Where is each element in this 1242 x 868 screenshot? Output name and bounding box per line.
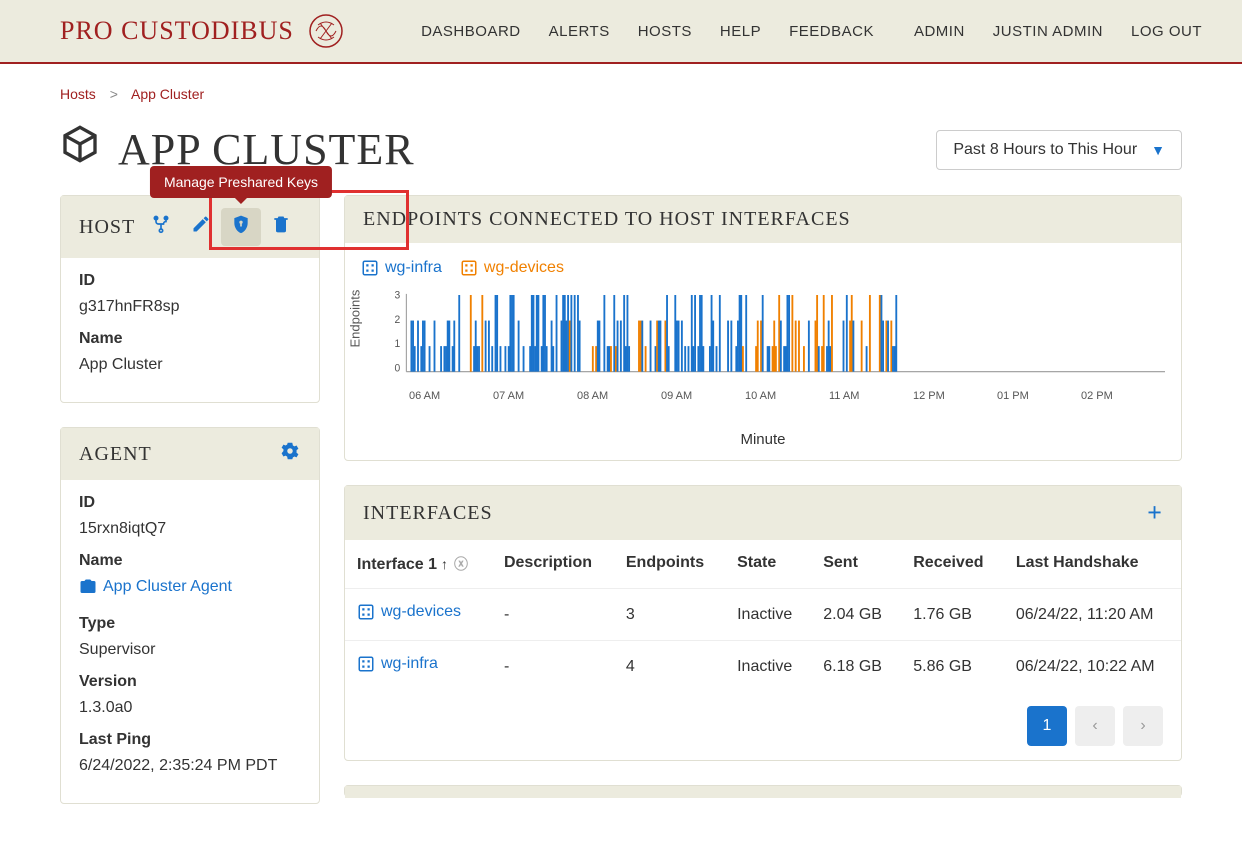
agent-version-value: 1.3.0a0 (79, 699, 301, 717)
topbar: PRO CUSTODIBUS DASHBOARD ALERTS HOSTS HE… (0, 0, 1242, 64)
nav-user[interactable]: JUSTIN ADMIN (993, 23, 1103, 40)
page-next-button[interactable]: › (1123, 706, 1163, 746)
camera-icon (79, 578, 97, 596)
th-endpoints[interactable]: Endpoints (614, 540, 725, 589)
user-nav: ADMIN JUSTIN ADMIN LOG OUT (914, 23, 1202, 40)
interfaces-table: Interface 1↑ⓧ Description Endpoints Stat… (345, 540, 1181, 692)
gear-icon[interactable] (279, 440, 301, 468)
agent-id-value: 15rxn8iqtQ7 (79, 520, 301, 538)
clear-sort-icon[interactable]: ⓧ (454, 556, 468, 572)
legend-label-2: wg-devices (484, 259, 564, 277)
th-handshake[interactable]: Last Handshake (1004, 540, 1181, 589)
agent-version-label: Version (79, 673, 301, 691)
svg-text:0: 0 (394, 362, 400, 374)
pagination: 1 ‹ › (345, 692, 1181, 760)
agent-type-value: Supervisor (79, 641, 301, 659)
endpoints-panel: ENDPOINTS CONNECTED TO HOST INTERFACES w… (344, 195, 1182, 461)
delete-button[interactable] (261, 208, 301, 246)
th-interface[interactable]: Interface 1↑ⓧ (345, 540, 492, 589)
page-prev-button[interactable]: ‹ (1075, 706, 1115, 746)
agent-panel-title: AGENT (79, 443, 152, 466)
chart-xticks: 06 AM 07 AM 08 AM 09 AM 10 AM 11 AM 12 P… (361, 390, 1165, 402)
breadcrumb-current[interactable]: App Cluster (131, 86, 204, 102)
nav-admin[interactable]: ADMIN (914, 23, 965, 40)
agent-name-link[interactable]: App Cluster Agent (79, 578, 232, 596)
main-nav: DASHBOARD ALERTS HOSTS HELP FEEDBACK (421, 23, 874, 40)
agent-panel: AGENT ID 15rxn8iqtQ7 Name App Cluster Ag… (60, 427, 320, 804)
interfaces-panel-title: INTERFACES (363, 502, 493, 525)
agent-lastping-label: Last Ping (79, 731, 301, 749)
edit-button[interactable] (181, 208, 221, 246)
agent-name-value: App Cluster Agent (103, 578, 232, 596)
agent-name-label: Name (79, 552, 301, 570)
nav-help[interactable]: HELP (720, 23, 761, 40)
breadcrumb-sep: > (110, 86, 118, 102)
preshared-keys-button[interactable]: Manage Preshared Keys (221, 208, 261, 246)
host-id-label: ID (79, 272, 301, 290)
next-panel-stub (344, 785, 1182, 797)
grid-icon (361, 259, 379, 277)
nav-alerts[interactable]: ALERTS (549, 23, 610, 40)
branch-button[interactable] (141, 208, 181, 246)
agent-lastping-value: 6/24/2022, 2:35:24 PM PDT (79, 757, 301, 775)
brand-mark-icon (306, 11, 346, 51)
breadcrumb-root[interactable]: Hosts (60, 86, 96, 102)
th-received[interactable]: Received (901, 540, 1004, 589)
chart-area: Endpoints 3 2 1 0 06 AM 07 AM 08 AM (361, 285, 1165, 415)
brand-text: PRO CUSTODIBUS (60, 16, 294, 46)
endpoints-panel-title: ENDPOINTS CONNECTED TO HOST INTERFACES (363, 208, 851, 231)
legend-wg-infra[interactable]: wg-infra (361, 259, 442, 277)
agent-type-label: Type (79, 615, 301, 633)
host-actions: Manage Preshared Keys (141, 208, 301, 246)
page-1-button[interactable]: 1 (1027, 706, 1067, 746)
breadcrumb: Hosts > App Cluster (60, 74, 1182, 114)
table-row: wg-infra-4Inactive6.18 GB5.86 GB06/24/22… (345, 641, 1181, 693)
th-state[interactable]: State (725, 540, 811, 589)
host-name-value: App Cluster (79, 356, 301, 374)
interfaces-panel-head: INTERFACES + (345, 486, 1181, 540)
chart-legend: wg-infra wg-devices (361, 259, 1181, 277)
agent-panel-body: ID 15rxn8iqtQ7 Name App Cluster Agent Ty… (61, 480, 319, 803)
host-id-value: g317hnFR8sp (79, 298, 301, 316)
add-interface-button[interactable]: + (1147, 498, 1163, 528)
brand-logo[interactable]: PRO CUSTODIBUS (60, 11, 346, 51)
interface-link[interactable]: wg-infra (357, 655, 438, 673)
time-range-select[interactable]: Past 8 Hours to This Hour ▼ (936, 130, 1182, 170)
chart-svg: 3 2 1 0 (361, 285, 1165, 385)
host-panel-head: HOST Manage Preshared Keys (61, 196, 319, 258)
table-row: wg-devices-3Inactive2.04 GB1.76 GB06/24/… (345, 589, 1181, 641)
svg-text:2: 2 (394, 313, 400, 325)
nav-logout[interactable]: LOG OUT (1131, 23, 1202, 40)
legend-wg-devices[interactable]: wg-devices (460, 259, 564, 277)
chart-xlabel: Minute (345, 431, 1181, 448)
svg-text:3: 3 (394, 289, 400, 301)
nav-dashboard[interactable]: DASHBOARD (421, 23, 521, 40)
cube-icon (60, 124, 100, 175)
th-sent[interactable]: Sent (811, 540, 901, 589)
sort-asc-icon: ↑ (441, 556, 448, 572)
agent-panel-head: AGENT (61, 428, 319, 480)
chart-ylabel: Endpoints (348, 290, 363, 348)
th-description[interactable]: Description (492, 540, 614, 589)
chevron-down-icon: ▼ (1151, 142, 1165, 158)
interface-link[interactable]: wg-devices (357, 603, 461, 621)
legend-label-1: wg-infra (385, 259, 442, 277)
time-range-label: Past 8 Hours to This Hour (953, 141, 1137, 159)
host-name-label: Name (79, 330, 301, 348)
host-panel-body: ID g317hnFR8sp Name App Cluster (61, 258, 319, 402)
nav-hosts[interactable]: HOSTS (638, 23, 692, 40)
tooltip: Manage Preshared Keys (150, 166, 332, 198)
host-panel: HOST Manage Preshared Keys ID g317hnFR8s… (60, 195, 320, 403)
agent-id-label: ID (79, 494, 301, 512)
svg-text:1: 1 (394, 338, 400, 350)
host-panel-title: HOST (79, 216, 135, 239)
endpoints-panel-head: ENDPOINTS CONNECTED TO HOST INTERFACES (345, 196, 1181, 243)
interfaces-panel: INTERFACES + Interface 1↑ⓧ Description E… (344, 485, 1182, 761)
grid-icon (460, 259, 478, 277)
nav-feedback[interactable]: FEEDBACK (789, 23, 874, 40)
